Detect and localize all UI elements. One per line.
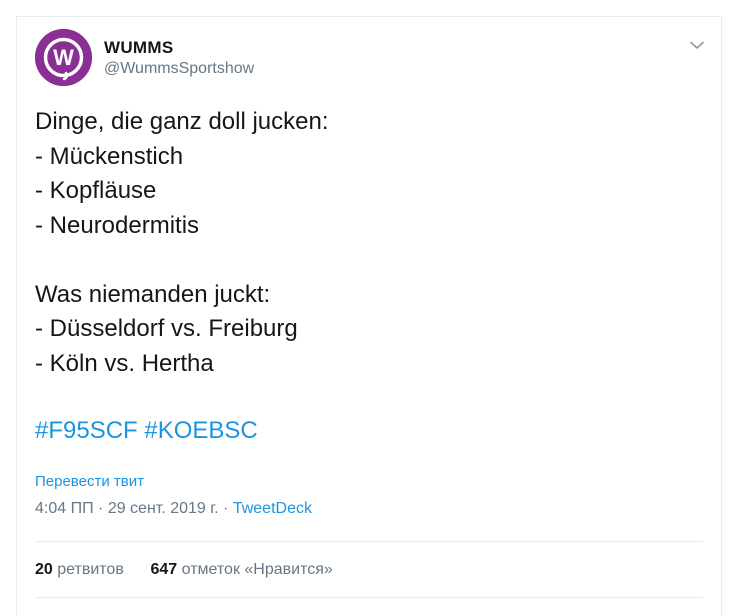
tweet-text-line: - Kopfläuse [35,177,157,204]
like-label: отметок «Нравится» [181,561,333,578]
chevron-down-icon [690,41,704,49]
hashtags: #F95SCF #KOEBSC [35,414,258,448]
tweet-time[interactable]: 4:04 ПП [35,500,94,517]
tweet-source-link[interactable]: TweetDeck [233,500,312,517]
like-count: 647 [150,561,178,578]
retweet-label: ретвитов [57,561,124,578]
meta-separator: · [218,500,233,517]
tweet-card: W WUMMS @WummsSportshow Dinge, die ganz … [16,16,722,616]
likes-stat[interactable]: 647 отметок «Нравится» [151,561,333,578]
hashtag-link[interactable]: #F95SCF [35,417,138,444]
tweet-text-line: - Düsseldorf vs. Freiburg [35,315,298,342]
tweet-text-line: - Neurodermitis [35,211,200,239]
tweet-menu-button[interactable] [687,37,707,53]
tweet-metadata: 4:04 ПП · 29 сент. 2019 г. · TweetDeck [35,500,312,518]
avatar[interactable]: W [35,29,92,86]
retweets-stat[interactable]: 20 ретвитов [35,561,124,578]
tweet-text-line: - Mückenstich [35,142,184,170]
divider [35,597,703,598]
tweet-text-line [35,243,695,278]
retweet-count: 20 [35,561,53,578]
tweet-text-line: - Köln vs. Hertha [35,349,214,377]
author-handle[interactable]: @WummsSportshow [104,60,254,78]
tweet-text-line: Was niemanden juckt: [35,280,271,308]
tweet-text: Dinge, die ganz doll jucken: - Mückensti… [35,105,695,381]
tweet-text-line: Dinge, die ganz doll jucken: [35,108,329,135]
meta-separator: · [93,500,108,517]
translate-tweet-link[interactable]: Перевести твит [35,473,144,490]
hashtag-link[interactable]: #KOEBSC [144,417,257,444]
tweet-date[interactable]: 29 сент. 2019 г. [108,500,219,517]
wumms-logo-icon: W [35,29,92,86]
author-display-name[interactable]: WUMMS [104,38,173,58]
divider [35,541,703,542]
avatar-letter: W [53,45,74,70]
tweet-stats: 20 ретвитов 647 отметок «Нравится» [35,561,333,579]
